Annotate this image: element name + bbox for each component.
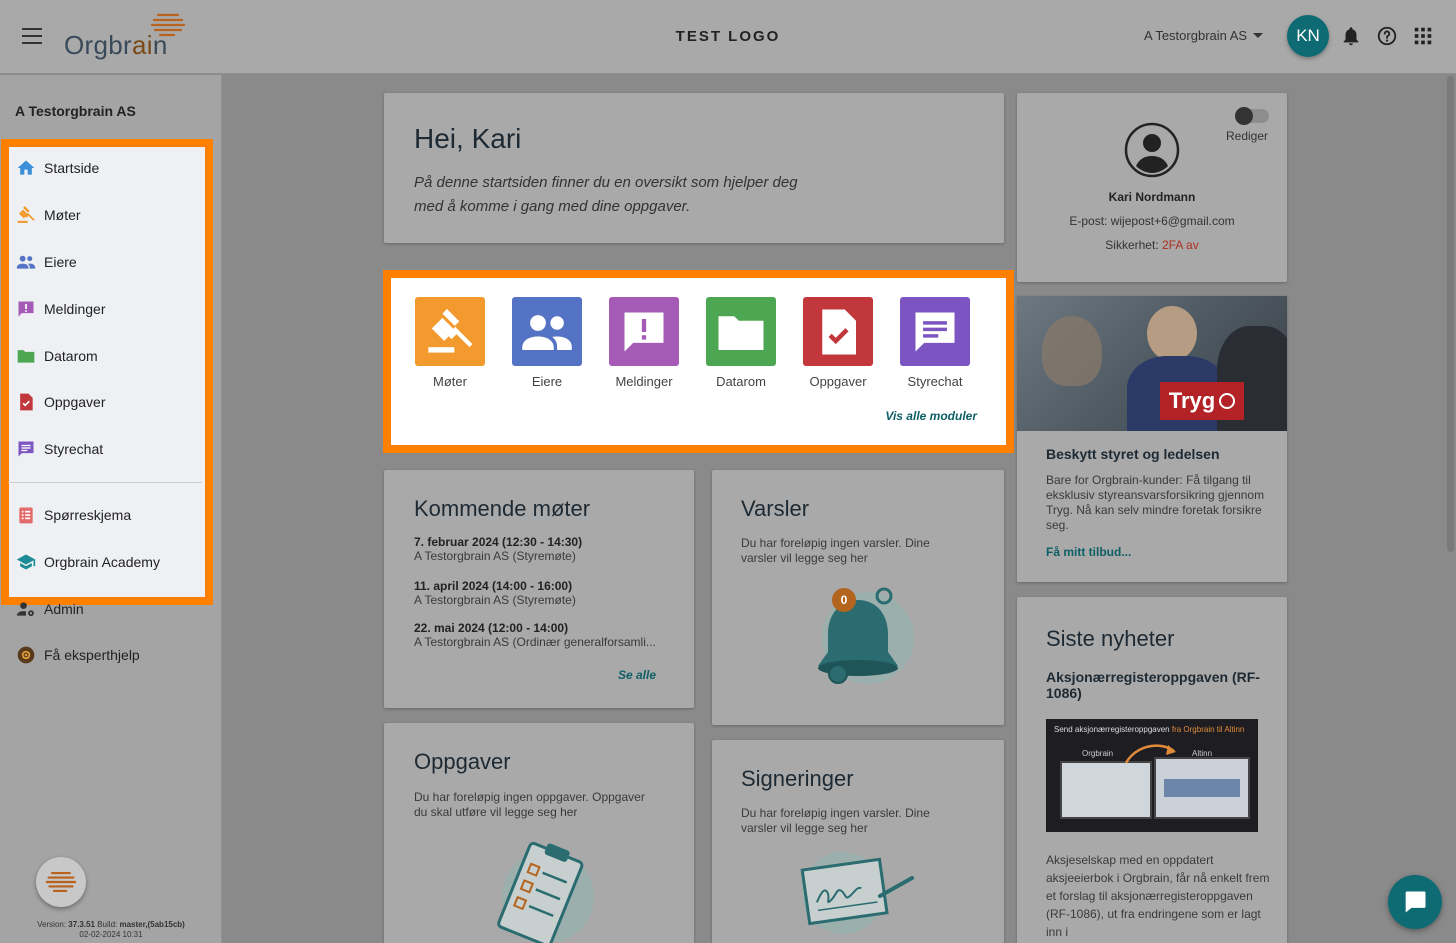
sidebar-item-sporreskjema[interactable]: Spørreskjema	[16, 503, 131, 527]
news-image-orgbrain: Orgbrain	[1082, 749, 1114, 758]
version-info: Version: 37.3.51 Build: master,(5ab15cb)…	[37, 920, 185, 939]
profile-card: Rediger Kari Nordmann E-post: wijepost+6…	[1017, 93, 1287, 282]
list-item[interactable]: 22. mai 2024 (12:00 - 14:00) A Testorgbr…	[414, 621, 674, 650]
apps-grid-icon[interactable]	[1412, 25, 1434, 47]
edit-label: Rediger	[1226, 129, 1269, 143]
see-all-meetings-link[interactable]: Se alle	[618, 668, 656, 682]
sidebar-item-eiere[interactable]: Eiere	[16, 250, 77, 274]
help-icon[interactable]	[1376, 25, 1398, 47]
meetings-card: Kommende møter 7. februar 2024 (12:30 - …	[384, 470, 694, 708]
insurance-text: Bare for Orgbrain-kunder: Få tilgang til…	[1046, 473, 1265, 532]
news-image[interactable]: Send aksjonærregisteroppgaven fra Orgbra…	[1046, 719, 1258, 832]
module-eiere[interactable]: Eiere	[507, 297, 587, 389]
welcome-title: Hei, Kari	[414, 123, 522, 154]
task-icon	[16, 392, 36, 412]
people-icon	[16, 252, 36, 272]
module-moter[interactable]: Møter	[410, 297, 490, 389]
news-headline[interactable]: Aksjonærregisteroppgaven (RF-1086)	[1046, 669, 1266, 701]
edit-toggle[interactable]	[1235, 107, 1269, 125]
caret-down-icon	[1253, 33, 1264, 38]
profile-email: E-post: wijepost+6@gmail.com	[1069, 214, 1235, 228]
alerts-count-badge: 0	[832, 588, 856, 612]
sidebar-item-startside[interactable]: Startside	[16, 156, 99, 180]
news-title: Siste nyheter	[1046, 626, 1175, 651]
task-icon	[822, 309, 856, 354]
expert-icon	[16, 645, 36, 665]
chat-icon	[915, 312, 955, 351]
welcome-text: På denne startsiden finner du en oversik…	[414, 174, 798, 215]
arrow-right-icon	[1124, 744, 1176, 764]
news-card: Siste nyheter Aksjonærregisteroppgaven (…	[1017, 597, 1287, 943]
alerts-title: Varsler	[741, 496, 810, 521]
admin-icon	[16, 599, 36, 619]
sidebar-item-styrechat[interactable]: Styrechat	[16, 437, 103, 461]
tryg-ring-icon	[1219, 393, 1236, 409]
signature-illustration-icon	[800, 857, 914, 926]
insurance-title: Beskytt styret og ledelsen	[1046, 446, 1220, 462]
sidebar-item-datarom[interactable]: Datarom	[16, 344, 98, 368]
sidebar-divider	[8, 482, 202, 483]
tryg-logo: Tryg	[1160, 382, 1244, 420]
people-icon	[522, 314, 572, 350]
brain-mark-icon	[45, 872, 77, 892]
insurance-offer-link[interactable]: Få mitt tilbud...	[1046, 545, 1131, 559]
list-item[interactable]: 7. februar 2024 (12:30 - 14:30) A Testor…	[414, 535, 674, 564]
sidebar-item-meldinger[interactable]: Meldinger	[16, 297, 105, 321]
home-icon	[16, 158, 36, 178]
list-item[interactable]: 11. april 2024 (14:00 - 16:00) A Testorg…	[414, 579, 674, 608]
signatures-empty-text: Du har foreløpig ingen varsler. Dine var…	[741, 806, 930, 835]
meetings-list: 7. februar 2024 (12:30 - 14:30) A Testor…	[414, 535, 674, 650]
sidebar-item-moter[interactable]: Møter	[16, 203, 81, 227]
gavel-icon	[428, 308, 473, 353]
chat-bubble-icon	[1405, 891, 1426, 913]
orgbrain-brain-button[interactable]	[36, 857, 86, 907]
message-alert-icon	[16, 299, 36, 319]
signatures-title: Signeringer	[741, 766, 854, 791]
welcome-card: Hei, Kari På denne startsiden finner du …	[384, 93, 1004, 243]
sidebar: A Testorgbrain AS Startside Møter Eiere …	[0, 75, 222, 943]
module-styrechat[interactable]: Styrechat	[895, 297, 975, 389]
module-meldinger[interactable]: Meldinger	[604, 297, 684, 389]
insurance-card: Tryg Beskytt styret og ledelsen Bare for…	[1017, 296, 1287, 582]
gavel-icon	[16, 205, 36, 225]
module-oppgaver[interactable]: Oppgaver	[798, 297, 878, 389]
sidebar-item-academy[interactable]: Orgbrain Academy	[16, 550, 160, 574]
academy-icon	[16, 552, 36, 572]
bell-illustration-icon	[818, 587, 898, 684]
alerts-card: Varsler Du har foreløpig ingen varsler. …	[712, 470, 1004, 725]
meetings-title: Kommende møter	[414, 496, 591, 521]
news-body: Aksjeselskap med en oppdatert aksjeeierb…	[1046, 853, 1270, 939]
account-circle-icon	[1124, 122, 1180, 178]
tasks-title: Oppgaver	[414, 749, 511, 774]
module-datarom[interactable]: Datarom	[701, 297, 781, 389]
profile-name: Kari Nordmann	[1108, 190, 1196, 204]
user-avatar[interactable]: KN	[1287, 15, 1329, 57]
sidebar-company-name: A Testorgbrain AS	[15, 103, 136, 119]
sidebar-item-admin[interactable]: Admin	[16, 597, 84, 621]
folder-icon	[718, 315, 764, 350]
profile-security: Sikkerhet: 2FA av	[1105, 238, 1199, 252]
support-chat-button[interactable]	[1388, 875, 1442, 929]
see-all-modules-link[interactable]: Vis alle moduler	[885, 409, 977, 423]
top-bar: Orgbrain TEST LOGO A Testorgbrain AS KN	[0, 0, 1456, 74]
chat-icon	[16, 439, 36, 459]
signatures-card: Signeringer Du har foreløpig ingen varsl…	[712, 740, 1004, 943]
clipboard-illustration-icon	[497, 841, 584, 943]
modules-card: Møter Eiere Meldinger Datarom Oppgaver S…	[383, 270, 1014, 453]
page-scrollbar[interactable]	[1447, 76, 1454, 552]
message-alert-icon	[624, 312, 664, 351]
insurance-photo: Tryg	[1017, 296, 1287, 431]
sidebar-item-eksperthjelp[interactable]: Få eksperthjelp	[16, 643, 140, 667]
folder-icon	[16, 346, 36, 366]
tasks-card: Oppgaver Du har foreløpig ingen oppgaver…	[384, 723, 694, 943]
alerts-empty-text: Du har foreløpig ingen varsler. Dine var…	[741, 536, 930, 565]
bell-icon[interactable]	[1340, 25, 1362, 47]
company-selector[interactable]: A Testorgbrain AS	[1144, 28, 1264, 43]
tasks-empty-text: Du har foreløpig ingen oppgaver. Oppgave…	[414, 790, 645, 819]
sidebar-item-oppgaver[interactable]: Oppgaver	[16, 390, 105, 414]
survey-icon	[16, 505, 36, 525]
